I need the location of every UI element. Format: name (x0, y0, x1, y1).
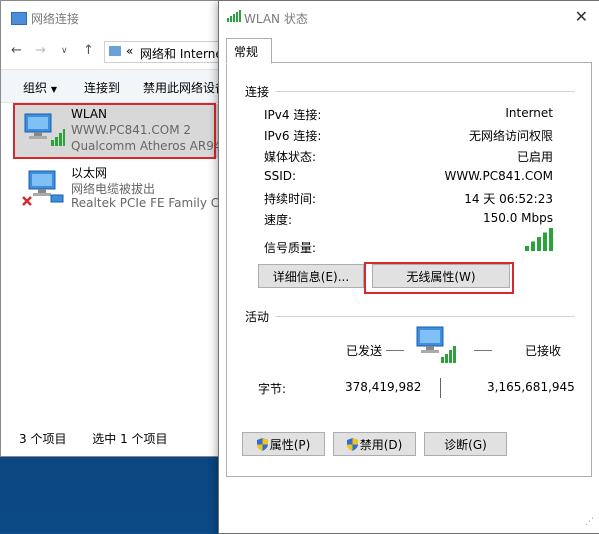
close-icon[interactable]: ✕ (575, 7, 588, 26)
signal-strength-icon (227, 10, 241, 22)
navigation-bar: ← → ∨ ↑ « 网络和 Internet (1, 39, 227, 63)
wireless-properties-highlight-box (364, 262, 514, 294)
general-tab-panel: 连接 IPv4 连接: Internet IPv6 连接: 无网络访问权限 媒体… (226, 62, 592, 477)
signal-quality-icon (525, 228, 553, 251)
activity-group-divider (275, 316, 575, 317)
up-arrow-icon[interactable]: ↑ (83, 43, 94, 58)
ipv4-value: Internet (505, 106, 553, 120)
speed-label: 速度: (264, 213, 293, 227)
received-dash (474, 350, 492, 351)
disable-device-button[interactable]: 禁用此网络设备 (143, 79, 227, 96)
back-arrow-icon[interactable]: ← (11, 43, 22, 58)
selected-count: 选中 1 个项目 (92, 432, 168, 446)
disable-button[interactable]: 禁用(D) (333, 432, 416, 456)
computer-wifi-activity-icon (416, 326, 456, 363)
ssid-value: WWW.PC841.COM (444, 169, 553, 183)
activity-group-header: 活动 (245, 310, 270, 324)
dialog-title: WLAN 状态 (244, 12, 308, 26)
resize-grip-icon[interactable]: ⋰ (585, 517, 594, 527)
wlan-status-dialog: WLAN 状态 ✕ 常规 连接 IPv4 连接: Internet IPv6 连… (218, 0, 599, 534)
dropdown-arrow-icon: ▼ (50, 85, 57, 94)
duration-label: 持续时间: (264, 192, 317, 206)
disconnected-x-icon (22, 196, 32, 206)
ipv4-label: IPv4 连接: (264, 108, 322, 122)
received-label: 已接收 (525, 344, 562, 358)
status-bar: 3 个项目 选中 1 个项目 (19, 430, 168, 447)
ipv6-value: 无网络访问权限 (468, 129, 553, 143)
bytes-label: 字节: (258, 382, 287, 396)
wlan-highlight-box (13, 103, 216, 159)
media-state-label: 媒体状态: (264, 150, 317, 164)
signal-bar (525, 246, 529, 251)
down-arrow-icon[interactable]: ∨ (61, 46, 68, 56)
connection-name-ethernet: 以太网 (71, 166, 108, 180)
signal-bar (549, 228, 553, 251)
signal-bar (537, 237, 541, 251)
address-bar[interactable]: « 网络和 Internet (104, 41, 227, 63)
item-count: 3 个项目 (19, 432, 67, 446)
network-connections-window: 网络连接 ← → ∨ ↑ « 网络和 Internet 组织 ▼ 连接到 禁用此… (0, 0, 244, 457)
properties-button[interactable]: 属性(P) (242, 432, 325, 456)
signal-bar (543, 232, 547, 251)
uac-shield-icon (346, 438, 358, 451)
duration-value: 14 天 06:52:23 (464, 192, 553, 206)
speed-value: 150.0 Mbps (482, 211, 553, 225)
network-connections-icon (11, 12, 27, 25)
ipv6-label: IPv6 连接: (264, 129, 322, 143)
network-connections-titlebar: 网络连接 (1, 1, 224, 35)
connection-item-ethernet[interactable]: 以太网 网络电缆被拔出 Realtek PCIe FE Family Contr (15, 161, 244, 215)
signal-quality-label: 信号质量: (264, 241, 317, 255)
command-bar: 组织 ▼ 连接到 禁用此网络设备 (1, 69, 227, 103)
signal-bar (531, 241, 535, 251)
sent-dash (386, 350, 404, 351)
organize-menu[interactable]: 组织 ▼ (23, 79, 57, 96)
bytes-separator (440, 378, 441, 398)
diagnose-button[interactable]: 诊断(G) (424, 432, 507, 456)
breadcrumb-network-internet[interactable]: 网络和 Internet (140, 45, 227, 62)
connect-to-button[interactable]: 连接到 (84, 79, 120, 96)
connection-group-divider (275, 91, 575, 92)
connection-status-ethernet: 网络电缆被拔出 (71, 182, 156, 196)
bytes-sent-value: 378,419,982 (345, 380, 422, 394)
sent-label: 已发送 (346, 344, 383, 358)
breadcrumb-chevron-icon[interactable]: « (126, 44, 133, 58)
folder-icon (109, 46, 121, 56)
details-button[interactable]: 详细信息(E)... (258, 264, 364, 288)
ssid-label: SSID: (264, 169, 297, 183)
connection-group-header: 连接 (245, 85, 270, 99)
network-connections-title: 网络连接 (31, 12, 80, 26)
forward-arrow-icon[interactable]: → (35, 43, 46, 58)
uac-shield-icon (256, 438, 268, 451)
bytes-received-value: 3,165,681,945 (487, 380, 575, 394)
media-state-value: 已启用 (516, 150, 553, 164)
tab-general[interactable]: 常规 (226, 38, 272, 64)
